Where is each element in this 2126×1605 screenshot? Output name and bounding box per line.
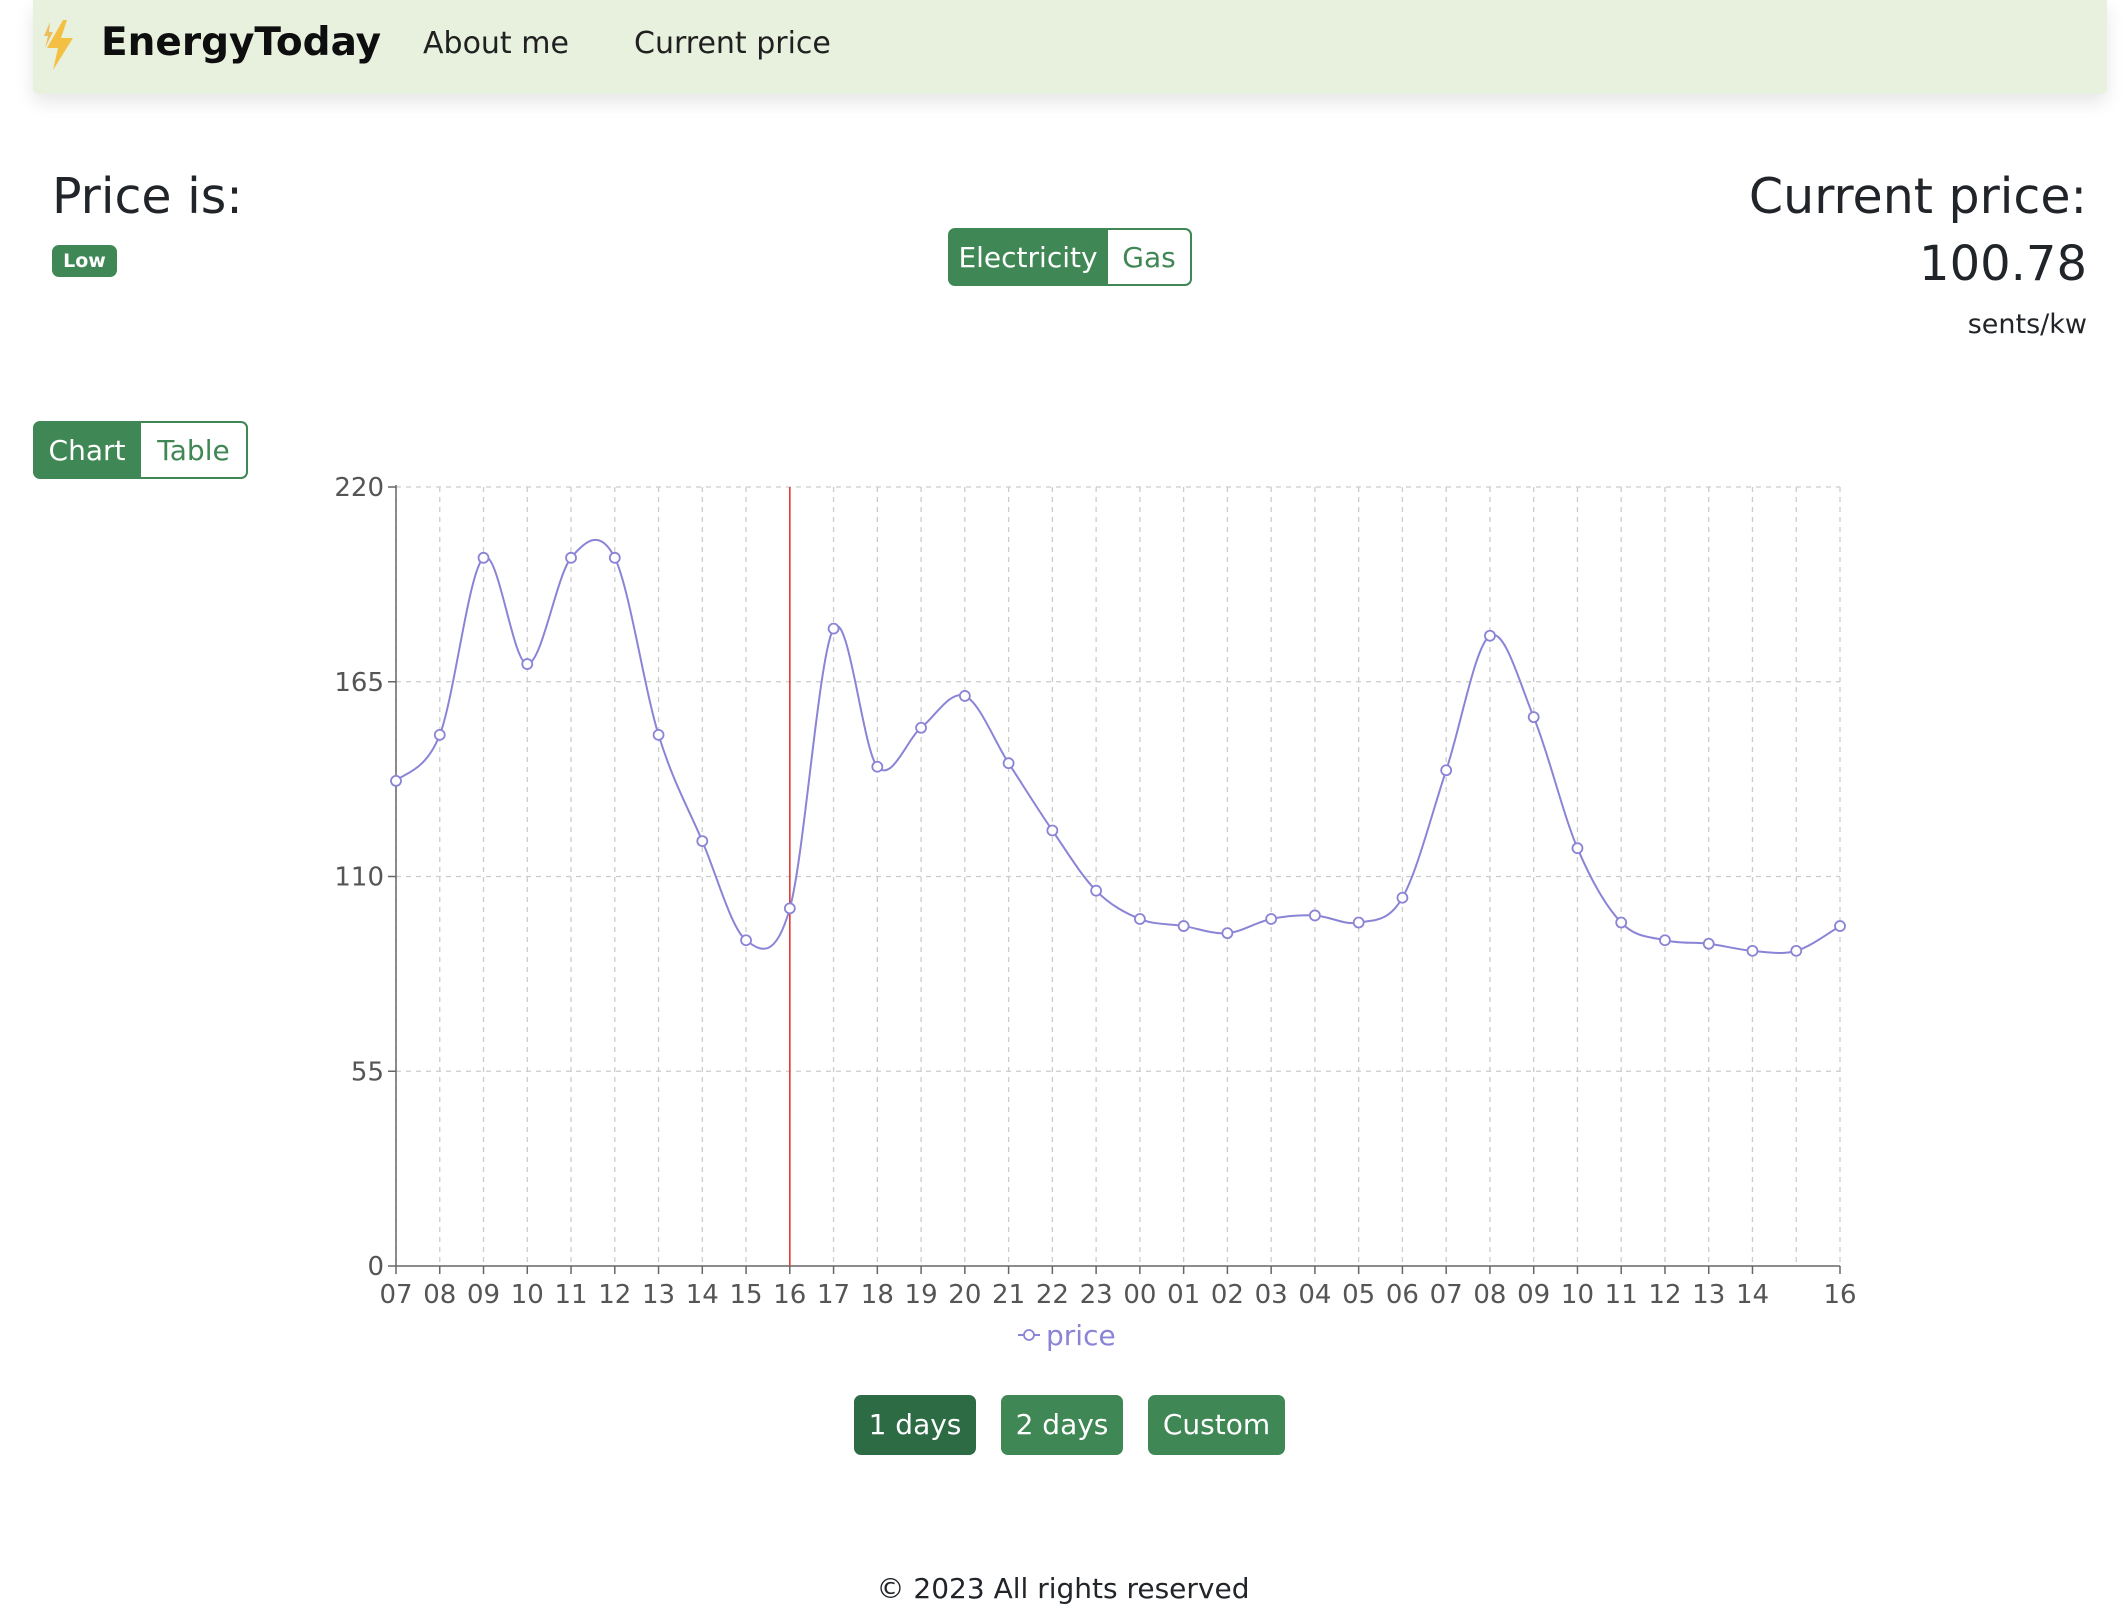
y-tick-label: 220 — [334, 473, 384, 503]
range-2-days-button[interactable]: 2 days — [1001, 1395, 1123, 1455]
price-data-point — [1309, 909, 1321, 922]
x-tick-label: 09 — [1517, 1280, 1550, 1310]
price-data-point — [1133, 913, 1146, 925]
x-tick-label: 15 — [730, 1280, 763, 1310]
x-tick-label: 13 — [1692, 1280, 1725, 1310]
price-data-point — [1090, 884, 1103, 897]
range-custom-button[interactable]: Custom — [1148, 1395, 1285, 1455]
x-tick-label: 04 — [1298, 1280, 1331, 1310]
price-data-point — [608, 551, 621, 564]
range-1-day-button[interactable]: 1 days — [854, 1395, 976, 1455]
price-data-point — [1002, 757, 1015, 770]
price-data-point — [1352, 916, 1365, 929]
x-tick-label: 10 — [511, 1280, 544, 1310]
price-data-point — [958, 690, 971, 702]
x-tick-label: 14 — [1736, 1280, 1769, 1310]
x-tick-label: 01 — [1167, 1280, 1200, 1310]
x-tick-label: 11 — [554, 1280, 587, 1310]
y-tick-label: 110 — [334, 863, 384, 893]
price-data-point — [433, 728, 446, 741]
price-chart: 0 55 110 165 220 07 08 09 10 11 12 13 14 15 16 17 18 19 20… — [334, 473, 1856, 1352]
x-tick-label: 16 — [1823, 1280, 1856, 1310]
price-data-point — [477, 551, 490, 564]
price-data-point — [871, 760, 884, 773]
price-data-point — [827, 622, 840, 635]
footer-copyright: © 2023 All rights reserved — [876, 1572, 1250, 1605]
legend-marker — [1023, 1329, 1035, 1341]
x-tick-label: 18 — [861, 1280, 894, 1310]
x-tick-label: 20 — [948, 1280, 981, 1310]
x-tick-label: 23 — [1080, 1280, 1113, 1310]
y-tick-label: 0 — [367, 1252, 384, 1282]
price-data-point — [652, 728, 665, 741]
price-data-point — [521, 658, 534, 670]
price-data-point — [1221, 927, 1234, 940]
price-data-point — [696, 835, 709, 847]
price-data-point — [1834, 920, 1846, 932]
price-data-point — [565, 551, 577, 564]
x-tick-label: 07 — [379, 1280, 412, 1310]
x-tick-label: 14 — [686, 1280, 719, 1310]
x-tick-label: 02 — [1211, 1280, 1244, 1310]
x-tick-label: 12 — [1648, 1280, 1681, 1310]
price-series-line — [395, 538, 1841, 954]
price-data-point — [1396, 891, 1409, 904]
x-tick-label: 13 — [642, 1280, 675, 1310]
x-tick-label: 17 — [817, 1280, 850, 1310]
price-data-point — [1702, 937, 1715, 950]
x-tick-label: 08 — [423, 1280, 456, 1310]
x-tick-label: 00 — [1123, 1280, 1156, 1310]
price-data-point — [1746, 944, 1759, 957]
x-tick-label: 16 — [773, 1280, 806, 1310]
price-data-point — [1265, 913, 1278, 925]
x-tick-label: 07 — [1430, 1280, 1463, 1310]
price-data-point — [1659, 934, 1671, 947]
price-data-point — [1177, 920, 1190, 932]
x-tick-label: 19 — [905, 1280, 938, 1310]
price-data-point — [1046, 824, 1059, 837]
price-data-point — [740, 934, 752, 947]
x-tick-label: 06 — [1386, 1280, 1419, 1310]
x-tick-label: 11 — [1605, 1280, 1638, 1310]
price-data-point — [1571, 842, 1584, 855]
legend-label-price: price — [1046, 1319, 1116, 1352]
price-data-point — [390, 774, 402, 787]
price-data-point — [1527, 711, 1540, 724]
y-tick-label: 165 — [334, 668, 384, 698]
x-tick-label: 05 — [1342, 1280, 1375, 1310]
x-tick-label: 03 — [1255, 1280, 1288, 1310]
price-data-point — [1790, 944, 1803, 957]
price-data-point — [1484, 629, 1496, 642]
y-tick-label: 55 — [351, 1057, 384, 1087]
x-tick-label: 09 — [467, 1280, 500, 1310]
x-tick-label: 21 — [992, 1280, 1025, 1310]
x-tick-label: 08 — [1473, 1280, 1506, 1310]
price-data-point — [915, 721, 927, 734]
price-data-point — [783, 902, 796, 915]
price-data-point — [1440, 764, 1453, 777]
price-data-point — [1615, 916, 1628, 929]
x-tick-label: 22 — [1036, 1280, 1069, 1310]
x-tick-label: 12 — [598, 1280, 631, 1310]
x-tick-label: 10 — [1561, 1280, 1594, 1310]
